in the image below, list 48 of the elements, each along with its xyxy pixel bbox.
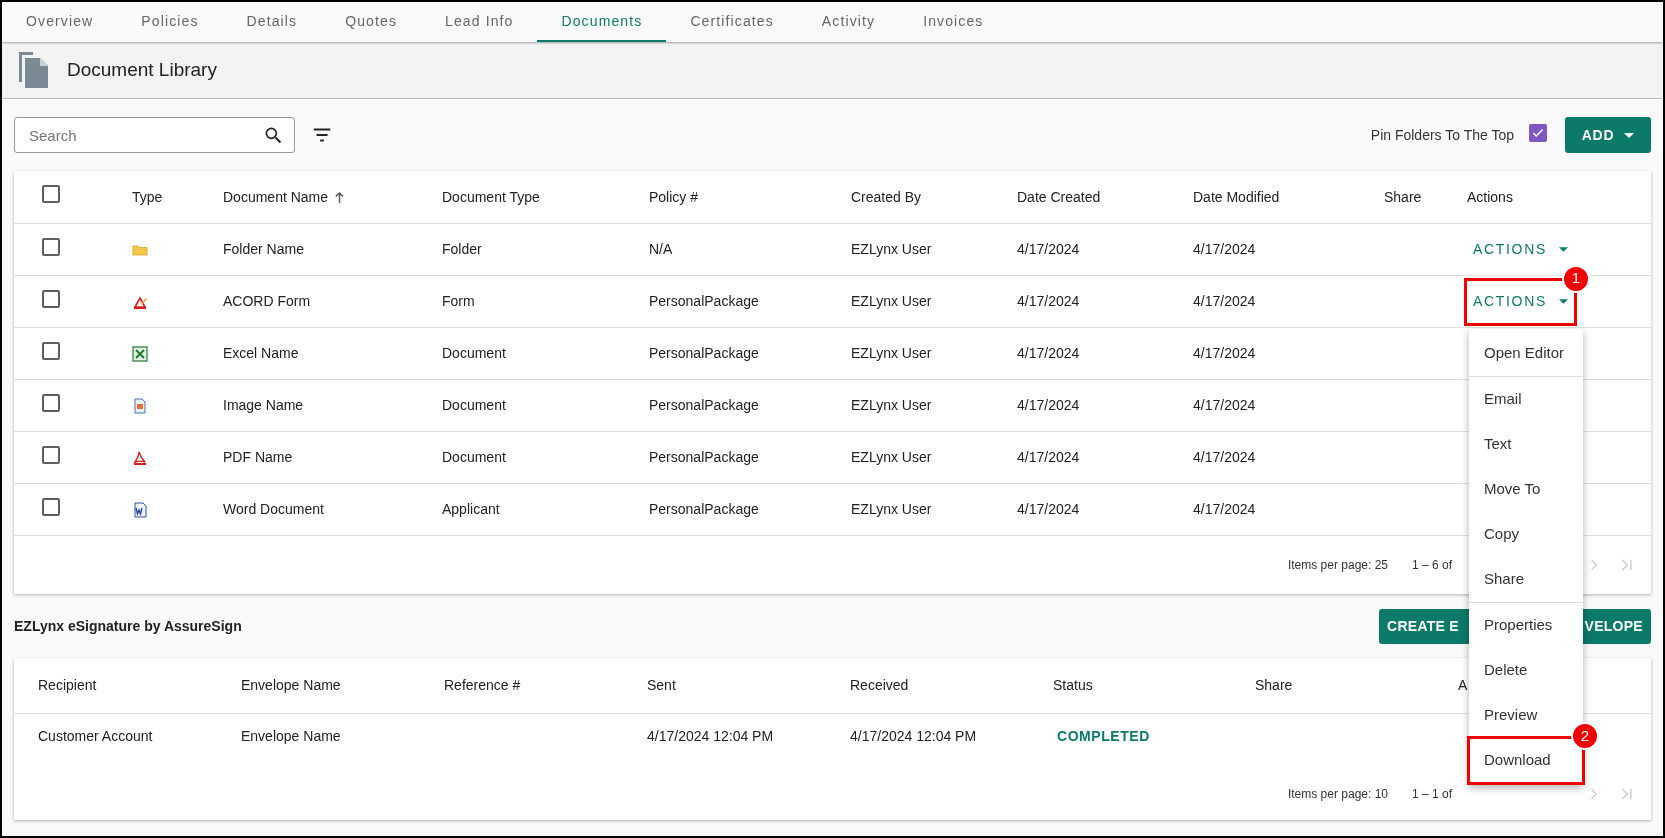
created-by: EZLynx User: [851, 344, 933, 363]
document-name: Excel Name: [223, 344, 300, 363]
date-created: 4/17/2024: [1017, 396, 1081, 415]
policy-number: PersonalPackage: [649, 396, 760, 415]
policy-number: N/A: [649, 240, 674, 259]
date-modified: 4/17/2024: [1193, 240, 1257, 259]
document-type: Document: [442, 344, 507, 363]
document-type: Form: [442, 292, 476, 311]
date-modified: 4/17/2024: [1193, 448, 1257, 467]
document-name: PDF Name: [223, 448, 294, 467]
policy-number: PersonalPackage: [649, 292, 760, 311]
document-name: ACORD Form: [223, 292, 312, 311]
date-modified: 4/17/2024: [1193, 396, 1257, 415]
date-modified: 4/17/2024: [1193, 344, 1257, 363]
date-created: 4/17/2024: [1017, 240, 1081, 259]
sent-date: 4/17/2024 12:04 PM: [647, 726, 775, 746]
document-type: Applicant: [442, 500, 501, 519]
policy-number: PersonalPackage: [649, 344, 760, 363]
document-name: Folder Name: [223, 240, 305, 259]
document-type: Document: [442, 396, 507, 415]
created-by: EZLynx User: [851, 292, 933, 311]
date-created: 4/17/2024: [1017, 344, 1081, 363]
page-title: Document Library: [67, 57, 217, 82]
received-date: 4/17/2024 12:04 PM: [850, 726, 978, 746]
created-by: EZLynx User: [851, 448, 933, 467]
policy-number: PersonalPackage: [649, 448, 760, 467]
pin-folders-label: Pin Folders To The Top: [1370, 125, 1514, 145]
policy-number: PersonalPackage: [649, 500, 760, 519]
page-range: 1 – 6 of: [1412, 557, 1454, 574]
date-created: 4/17/2024: [1017, 292, 1081, 311]
date-created: 4/17/2024: [1017, 500, 1081, 519]
callout-badge: 1: [1562, 264, 1590, 293]
section-title: EZLynx eSignature by AssureSign: [14, 616, 242, 636]
date-modified: 4/17/2024: [1193, 500, 1257, 519]
envelope-name: Envelope Name: [241, 726, 342, 746]
created-by: EZLynx User: [851, 396, 933, 415]
status: COMPLETED: [1056, 726, 1151, 746]
document-name: Image Name: [223, 396, 305, 415]
callout-badge: 2: [1571, 722, 1599, 750]
recipient: Customer Account: [38, 726, 154, 746]
document-type: Folder: [442, 240, 483, 259]
date-created: 4/17/2024: [1017, 448, 1081, 467]
page-range: 1 – 1 of: [1412, 786, 1454, 803]
created-by: EZLynx User: [851, 240, 933, 259]
created-by: EZLynx User: [851, 500, 933, 519]
date-modified: 4/17/2024: [1193, 292, 1257, 311]
document-type: Document: [442, 448, 507, 467]
document-name: Word Document: [223, 500, 325, 519]
